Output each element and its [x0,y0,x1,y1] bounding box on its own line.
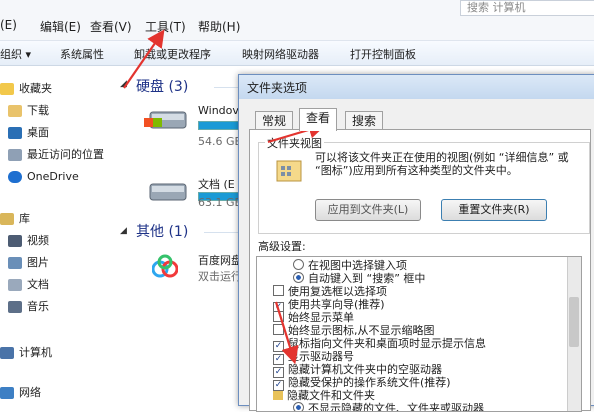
nav-item-onedrive[interactable]: OneDrive [8,168,79,186]
folder-view-description: 可以将该文件夹正在使用的视图(例如 “详细信息” 或 “图标”)应用到所有这种类… [315,151,569,177]
download-folder-icon [8,105,22,117]
music-icon [8,301,22,313]
navigation-pane: 收藏夹 下载 桌面 最近访问的位置 OneDrive 库 视频 图片 文档 音乐… [0,66,112,400]
menu-item-tools[interactable]: 工具(T) [145,18,186,35]
nav-item-favorites[interactable]: 收藏夹 [0,80,52,98]
nav-item-network[interactable]: 网络 [0,384,41,402]
drive-e-size: 63.1 GB [198,196,243,209]
drive-e-name: 文档 (E [198,178,235,191]
network-icon [0,387,14,399]
nav-item-library[interactable]: 库 [0,210,30,228]
nav-item-documents[interactable]: 文档 [8,276,49,294]
baidu-netdisk-name: 百度网盘 [198,254,242,267]
menu-bar: 搜索 计算机 (E) 编辑(E) 查看(V) 工具(T) 帮助(H) [0,0,594,41]
list-scrollbar[interactable] [567,257,581,411]
dialog-title: 文件夹选项 [239,75,594,99]
option-row[interactable]: 始终显示图标,从不显示缩略图 [273,324,435,337]
picture-icon [8,257,22,269]
hard-disk-group-header[interactable]: 硬盘 (3) [136,76,188,96]
drive-c-usage-bar [198,121,244,130]
folder-view-group: 文件夹视图 可以将该文件夹正在使用的视图(例如 “详细信息” 或 “图标”)应用… [258,135,590,234]
search-input[interactable]: 搜索 计算机 [460,0,594,16]
menu-item-edit[interactable]: 编辑(E) [40,18,81,35]
nav-item-video[interactable]: 视频 [8,232,49,250]
option-row[interactable]: 在视图中选择键入项 [293,259,407,272]
menu-item-view[interactable]: 查看(V) [90,18,132,35]
option-row[interactable]: 使用复选框以选择项 [273,285,387,298]
reset-folders-button[interactable]: 重置文件夹(R) [441,199,547,221]
folder-view-label: 文件夹视图 [265,135,324,151]
system-properties-button[interactable]: 系统属性 [60,46,104,62]
folder-icon [273,391,283,400]
tab-general[interactable]: 常规 [255,111,294,130]
option-row[interactable]: 不显示隐藏的文件、文件夹或驱动器 [293,402,484,411]
option-row[interactable]: ✓ 隐藏受保护的操作系统文件(推荐) [273,376,451,391]
map-network-drive-button[interactable]: 映射网络驱动器 [242,46,319,62]
radio-checked-icon[interactable] [293,272,304,283]
recent-places-icon [8,149,22,161]
folder-options-dialog: 文件夹选项 常规 查看 搜索 文件夹视图 可以将该文件夹正在使用的视图(例如 “… [238,74,594,412]
drive-c-size: 54.6 GB [198,135,243,148]
option-row[interactable]: 自动键入到 “搜索” 框中 [293,272,425,285]
tab-search[interactable]: 搜索 [345,111,384,130]
baidu-netdisk-icon[interactable] [151,254,179,280]
menu-item-file[interactable]: (E) [0,18,17,32]
apply-to-folders-button[interactable]: 应用到文件夹(L) [315,199,421,221]
nav-item-recent[interactable]: 最近访问的位置 [8,146,104,164]
video-icon [8,235,22,247]
document-icon [8,279,22,291]
collapse-arrow-icon[interactable]: ◢ [120,226,127,236]
view-tab-panel: 文件夹视图 可以将该文件夹正在使用的视图(例如 “详细信息” 或 “图标”)应用… [249,129,591,412]
option-row[interactable]: ✓ 鼠标指向文件夹和桌面项时显示提示信息 [273,337,486,352]
uninstall-program-button[interactable]: 卸载或更改程序 [134,46,211,62]
advanced-settings-label: 高级设置: [258,240,306,253]
nav-item-pictures[interactable]: 图片 [8,254,49,272]
drive-e-icon[interactable] [144,178,190,206]
library-icon [0,213,14,225]
radio-icon[interactable] [293,259,304,270]
baidu-netdisk-desc: 双击运行 [198,270,242,283]
option-row[interactable]: ✓ 显示驱动器号 [273,350,354,365]
organize-button[interactable]: 组织 ▾ [0,46,31,62]
menu-item-help[interactable]: 帮助(H) [198,18,240,35]
checkbox-icon[interactable] [273,311,284,322]
option-row[interactable]: ✓ 隐藏计算机文件夹中的空驱动器 [273,363,442,378]
computer-icon [0,347,14,359]
nav-item-downloads[interactable]: 下载 [8,102,49,120]
checkbox-icon[interactable] [273,324,284,335]
folder-view-icon [275,157,303,183]
advanced-settings-list[interactable]: 在视图中选择键入项 自动键入到 “搜索” 框中 使用复选框以选择项 ✓ 使用共享向… [256,256,582,412]
nav-item-desktop[interactable]: 桌面 [8,124,49,142]
collapse-arrow-icon[interactable]: ◢ [120,79,127,89]
drive-c-name: Windov [198,104,239,117]
option-row[interactable]: ✓ 使用共享向导(推荐) [273,298,385,313]
nav-item-computer[interactable]: 计算机 [0,344,52,362]
radio-checked-icon[interactable] [293,402,304,411]
command-toolbar: 组织 ▾ 系统属性 卸载或更改程序 映射网络驱动器 打开控制面板 [0,41,594,66]
tab-view[interactable]: 查看 [299,108,338,131]
checkbox-icon[interactable] [273,285,284,296]
drive-c-icon[interactable] [144,106,190,134]
option-row[interactable]: 始终显示菜单 [273,311,354,324]
star-icon [0,83,14,95]
open-control-panel-button[interactable]: 打开控制面板 [350,46,416,62]
cloud-icon [8,171,22,183]
nav-item-music[interactable]: 音乐 [8,298,49,316]
other-group-header[interactable]: 其他 (1) [136,221,188,241]
option-row[interactable]: 隐藏文件和文件夹 [273,389,375,402]
desktop-icon [8,127,22,139]
scrollbar-thumb[interactable] [569,297,579,347]
